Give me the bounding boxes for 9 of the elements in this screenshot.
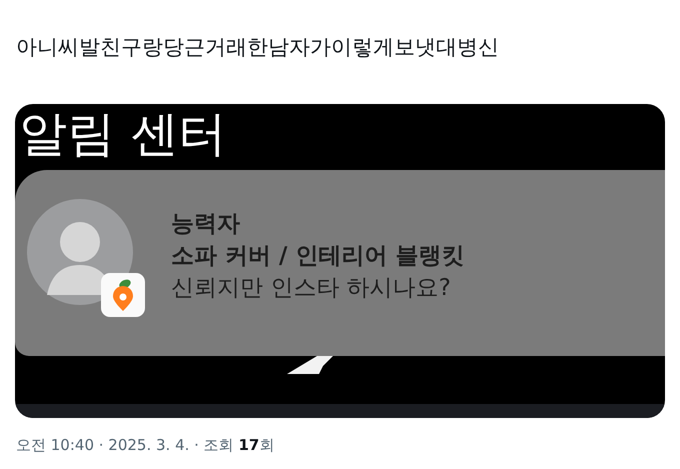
app-icon — [101, 273, 145, 317]
notification-title: 소파 커버 / 인테리어 블랭킷 — [171, 242, 464, 271]
sender-name: 능력자 — [171, 210, 241, 239]
screen-heading: 알림 센터 — [18, 105, 228, 164]
arrow-icon — [287, 356, 333, 374]
post-text: 아니씨발친구랑당근거래한남자가이렇게보냇대병신 — [15, 34, 500, 61]
notification-card[interactable]: 능력자 소파 커버 / 인테리어 블랭킷 신뢰지만 인스타 하시나요? — [15, 170, 665, 356]
post-meta: 오전 10:40 · 2025. 3. 4. · 조회 17회 — [16, 436, 274, 454]
notification-message: 신뢰지만 인스타 하시나요? — [171, 274, 452, 303]
